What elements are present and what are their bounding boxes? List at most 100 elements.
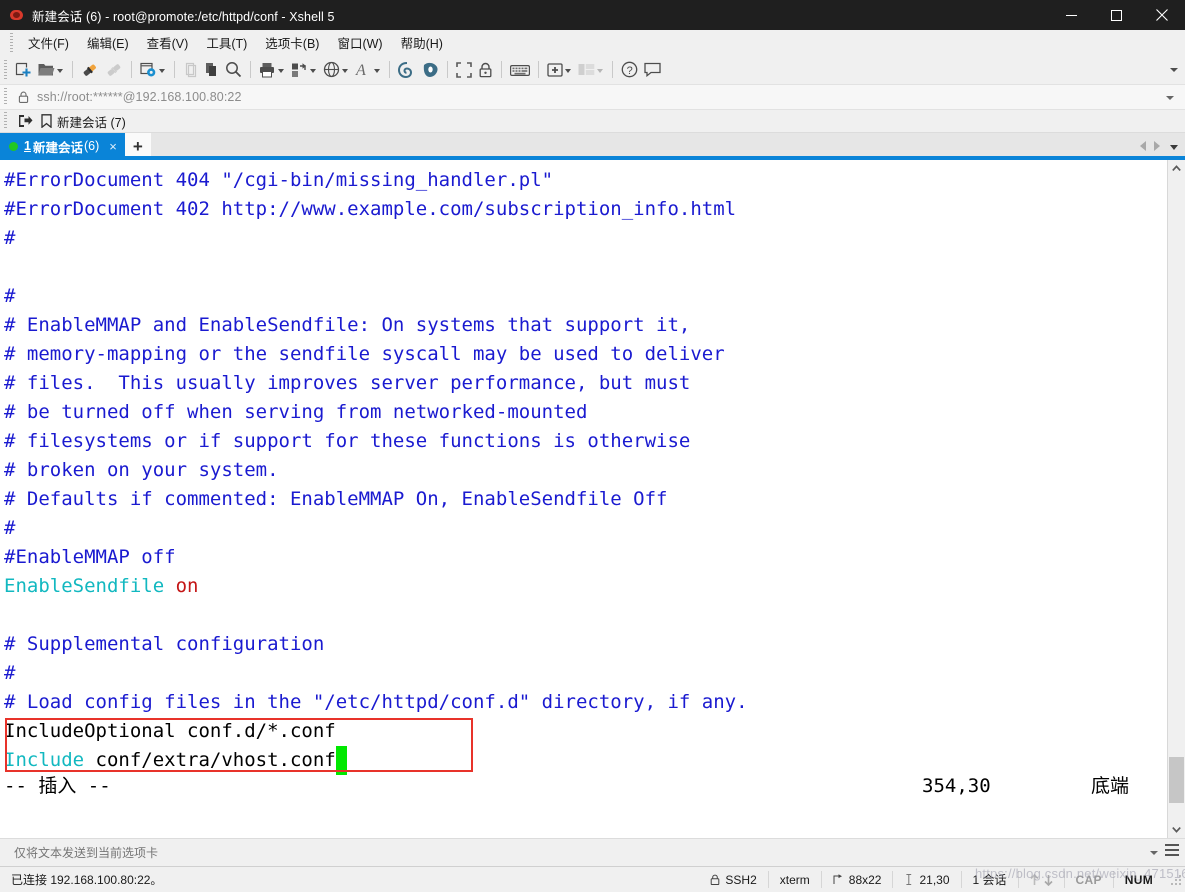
cursor-icon [904,874,914,885]
tab-scroll-right-icon[interactable] [1154,141,1160,151]
session-bar: 新建会话 (7) [0,110,1185,133]
open-session-caret-icon[interactable] [57,68,64,73]
terminal-text: # memory-mapping or the sendfile syscall… [4,343,725,365]
file-transfer-caret-icon[interactable] [310,68,317,73]
menu-help[interactable]: 帮助(H) [392,31,452,54]
terminal-text: #ErrorDocument 402 http://www.example.co… [4,198,737,220]
session-bar-label[interactable]: 新建会话 (7) [57,112,126,131]
menu-edit[interactable]: 编辑(E) [78,31,138,54]
xshell-logo-icon [9,7,25,23]
address-dropdown-icon[interactable] [1166,93,1175,102]
terminal-text: # [4,662,16,684]
font-icon[interactable]: A [352,58,384,82]
lock-icon[interactable] [475,58,496,82]
num-label: NUM [1124,872,1153,887]
menu-view[interactable]: 查看(V) [138,31,198,54]
menu-file[interactable]: 文件(F) [19,31,78,54]
svg-text:?: ? [627,65,633,77]
terminal-text: on [175,575,199,597]
scroll-up-icon[interactable] [1168,160,1185,177]
vim-cursor-position: 354,30 [922,775,991,797]
new-session-icon[interactable] [12,58,35,82]
maximize-icon[interactable] [1094,0,1139,30]
feedback-icon[interactable] [641,58,664,82]
title-bar: 新建会话 (6) - root@promote:/etc/httpd/conf … [0,0,1185,30]
status-bar: 已连接 192.168.100.80:22。 SSH2 xterm 88x22 … [0,866,1185,892]
file-transfer-icon[interactable] [288,58,320,82]
protocol-label: SSH2 [725,872,757,887]
web-icon[interactable] [320,58,352,82]
status-caps-lock: CAP [1063,871,1113,888]
terminal-line: # Supplemental configuration [4,630,1167,659]
terminal-line: # Load config files in the "/etc/httpd/c… [4,688,1167,717]
status-transfer-indicators [1017,871,1064,888]
menu-window[interactable]: 窗口(W) [328,31,391,54]
connection-status: 已连接 192.168.100.80:22。 [11,873,163,887]
add-tab-caret-icon[interactable] [565,68,572,73]
terminal-line: # Defaults if commented: EnableMMAP On, … [4,485,1167,514]
font-caret-icon[interactable] [374,68,381,73]
menu-gripper[interactable] [10,33,13,52]
resize-grip-icon[interactable] [1170,873,1182,886]
toolbar-separator [389,61,390,78]
terminal-text: # EnableMMAP and EnableSendfile: On syst… [4,314,691,336]
menu-tab[interactable]: 选项卡(B) [256,31,328,54]
find-icon[interactable] [222,58,245,82]
toolbar-gripper[interactable] [4,60,7,79]
web-caret-icon[interactable] [342,68,349,73]
menu-tools[interactable]: 工具(T) [197,31,256,54]
address-input[interactable]: ssh://root:******@192.168.100.80:22 [37,90,242,104]
terminal-text: # Defaults if commented: EnableMMAP On, … [4,488,668,510]
close-icon[interactable] [1139,0,1185,30]
fullscreen-icon[interactable] [453,58,475,82]
tab-label: 新建会话 [32,140,83,155]
open-session-icon[interactable] [35,58,67,82]
terminal-line: EnableSendfile on [4,572,1167,601]
xshell-window: 新建会话 (6) - root@promote:/etc/httpd/conf … [0,0,1185,892]
copy-icon[interactable] [201,58,222,82]
status-session-count: 1 会话 [960,871,1018,888]
scrollbar-track[interactable] [1168,177,1185,821]
help-icon[interactable]: ? [618,58,641,82]
terminal-line: IncludeOptional conf.d/*.conf [4,717,1167,746]
tab-index: 1 [24,139,31,153]
toolbar-separator [174,61,175,78]
terminal-line: # filesystems or if support for these fu… [4,427,1167,456]
terminal-text: # Load config files in the "/etc/httpd/c… [4,691,748,713]
tab-count: (6) [83,139,100,153]
scroll-down-icon[interactable] [1168,821,1185,838]
log-icon[interactable] [395,58,419,82]
print-icon[interactable] [256,58,288,82]
bookmark-icon[interactable] [41,114,52,128]
open-session-icon[interactable] [18,114,33,128]
tab-list-dropdown-icon[interactable] [1170,142,1179,151]
tab-strip: 1 新建会话 (6) × + [0,133,1185,159]
print-caret-icon[interactable] [278,68,285,73]
keyboard-icon[interactable] [507,58,533,82]
toolbar-separator [501,61,502,78]
session-gripper[interactable] [4,112,7,129]
session-properties-icon[interactable] [137,58,169,82]
session-properties-caret-icon[interactable] [159,68,166,73]
tab-close-icon[interactable]: × [109,140,117,153]
connect-icon[interactable] [78,58,102,82]
minimize-icon[interactable] [1049,0,1094,30]
send-target-dropdown-icon[interactable] [1150,848,1159,857]
add-tab-icon[interactable] [544,58,575,82]
toolbar-overflow-icon[interactable] [1169,65,1179,75]
svg-text:A: A [355,62,366,78]
record-icon[interactable] [419,58,442,82]
send-options-menu-icon[interactable] [1165,844,1179,858]
terminal-scrollbar[interactable] [1167,160,1185,838]
terminal-screen[interactable]: #ErrorDocument 404 "/cgi-bin/missing_han… [0,160,1167,838]
send-text-input[interactable] [12,844,716,861]
tab-scroll-left-icon[interactable] [1140,141,1146,151]
terminal-text: # be turned off when serving from networ… [4,401,588,423]
terminal-text: # [4,227,16,249]
terminal-line: # EnableMMAP and EnableSendfile: On syst… [4,311,1167,340]
cut-icon [180,58,201,82]
scrollbar-thumb[interactable] [1169,757,1184,803]
terminal-line: # [4,282,1167,311]
address-gripper[interactable] [4,88,7,106]
